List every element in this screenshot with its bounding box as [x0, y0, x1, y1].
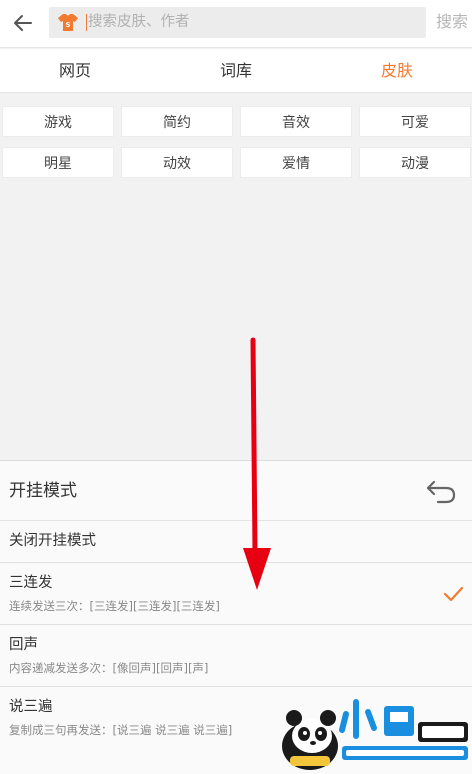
option-title: 关闭开挂模式 — [9, 533, 96, 549]
tag-game[interactable]: 游戏 — [2, 106, 114, 137]
tab-web[interactable]: 网页 — [59, 60, 91, 82]
red-arrow-annotation — [243, 337, 271, 590]
tab-bar: 网页 词库 皮肤 — [0, 49, 472, 93]
option-echo[interactable]: 回声 内容递减发送多次：[像回声][回声][声] — [0, 625, 472, 687]
option-description: 连续发送三次：[三连发][三连发][三连发] — [9, 599, 220, 613]
back-arrow-icon — [14, 15, 32, 31]
option-description: 复制成三句再发送：[说三遍 说三遍 说三遍] — [9, 723, 233, 737]
option-title: 回声 — [9, 637, 38, 653]
option-title: 说三遍 — [9, 699, 53, 715]
option-close-cheat-mode[interactable]: 关闭开挂模式 — [0, 521, 472, 563]
option-title: 三连发 — [9, 575, 53, 591]
back-button[interactable] — [8, 8, 38, 38]
search-placeholder: 搜索皮肤、作者 — [88, 14, 190, 30]
svg-text:S: S — [65, 21, 70, 29]
xiaohei-watermark-logo — [282, 699, 468, 770]
search-button[interactable]: 搜索 — [436, 11, 468, 33]
checkmark-icon — [443, 586, 464, 602]
top-bar: S 搜索皮肤、作者 搜索 — [0, 0, 472, 48]
option-description: 内容递减发送多次：[像回声][回声][声] — [9, 661, 209, 675]
undo-icon[interactable] — [424, 478, 458, 504]
tag-animation[interactable]: 动效 — [121, 147, 233, 178]
tag-anime[interactable]: 动漫 — [359, 147, 471, 178]
tshirt-icon: S — [58, 14, 78, 31]
tab-skin[interactable]: 皮肤 — [381, 60, 413, 82]
search-input[interactable]: S 搜索皮肤、作者 — [49, 7, 426, 38]
tag-sound[interactable]: 音效 — [240, 106, 352, 137]
tag-star[interactable]: 明星 — [2, 147, 114, 178]
panel-header: 开挂模式 — [0, 461, 472, 521]
option-triple-send[interactable]: 三连发 连续发送三次：[三连发][三连发][三连发] — [0, 563, 472, 625]
tag-love[interactable]: 爱情 — [240, 147, 352, 178]
panel-title: 开挂模式 — [9, 481, 77, 501]
text-cursor — [86, 14, 87, 31]
tag-cute[interactable]: 可爱 — [359, 106, 471, 137]
tag-simple[interactable]: 简约 — [121, 106, 233, 137]
tab-dictionary[interactable]: 词库 — [220, 60, 252, 82]
